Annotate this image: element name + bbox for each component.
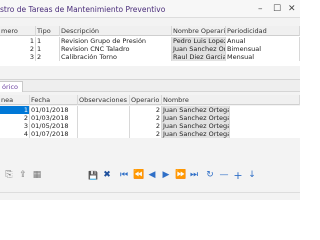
history-col-line[interactable]: nea [0,95,30,105]
maximize-icon[interactable]: ☐ [273,4,281,14]
columns-icon[interactable]: ▦ [32,170,42,181]
cell-description: Revision Grupo de Presión [60,37,172,45]
cell-periodicity: Bimensual [226,45,300,53]
cell-line: 3 [0,122,30,130]
table-row[interactable]: 4 01/07/2018 2 Juan Sanchez Ortega [0,130,300,138]
cell-name: Juan Sanchez Ortega [162,122,230,130]
cell-line: 4 [0,130,30,138]
cell-type: 2 [36,53,60,61]
cell-date: 01/07/2018 [30,130,78,138]
cell-line: 2 [0,114,30,122]
next-record-icon[interactable]: ▶ [161,170,171,181]
tab-historico[interactable]: órico [0,81,24,92]
table-row[interactable]: 2 1 Revision CNC Taladro Juan Sanchez Or… [0,45,300,53]
history-col-operator[interactable]: Operario [130,95,162,105]
cell-operator: 2 [130,106,162,114]
cell-type: 1 [36,45,60,53]
close-icon[interactable]: ✕ [288,4,296,14]
history-col-observations[interactable]: Observaciones [78,95,130,105]
tasks-col-periodicity[interactable]: Periodicidad [226,26,300,36]
previous-page-icon[interactable]: ⏪ [133,170,144,181]
cell-observations [78,114,130,122]
navigation-toolbar: ⎘ ⇪ ▦ 💾 ✖ ⏮ ⏪ ◀ ▶ ⏩ ⏭ ↻ — + ↓ [0,167,300,185]
table-row[interactable]: 2 01/03/2018 2 Juan Sanchez Ortega [0,114,300,122]
cell-name: Juan Sanchez Ortega [162,106,230,114]
table-row[interactable]: 3 01/05/2018 2 Juan Sanchez Ortega [0,122,300,130]
cell-type: 1 [36,37,60,45]
remove-icon[interactable]: — [219,170,229,181]
previous-record-icon[interactable]: ◀ [147,170,157,181]
cell-description: Calibración Torno [60,53,172,61]
cell-name: Juan Sanchez Ortega [162,114,230,122]
cell-observations [78,122,130,130]
cell-number: 1 [0,37,36,45]
cell-description: Revision CNC Taladro [60,45,172,53]
tasks-col-type[interactable]: Tipo [36,26,60,36]
last-record-icon[interactable]: ⏭ [189,170,199,181]
history-header-row: nea Fecha Observaciones Operario Nombre [0,95,300,105]
cell-observations [78,130,130,138]
move-down-icon[interactable]: ↓ [247,170,257,181]
cell-line: 1 [0,106,30,114]
cell-name: Juan Sanchez Ortega [162,130,230,138]
cell-operator: Pedro Luis Lopez Serrano [172,37,226,45]
minimize-icon[interactable]: – [258,4,263,14]
cell-number: 2 [0,45,36,53]
cell-periodicity: Mensual [226,53,300,61]
window-title: stro de Tareas de Mantenimiento Preventi… [0,5,166,14]
cell-operator: 2 [130,122,162,130]
save-icon[interactable]: 💾 [88,170,98,181]
cell-number: 3 [0,53,36,61]
detail-tabs: órico [0,79,300,92]
tasks-col-number[interactable]: mero [0,26,36,36]
table-row[interactable]: 1 1 Revision Grupo de Presión Pedro Luis… [0,37,300,45]
cell-date: 01/05/2018 [30,122,78,130]
cell-periodicity: Anual [226,37,300,45]
import-icon[interactable]: ⇪ [18,170,28,181]
tasks-table: mero Tipo Descripción Nombre Operario Pe… [0,26,300,66]
tasks-header-row: mero Tipo Descripción Nombre Operario Pe… [0,26,300,36]
history-col-date[interactable]: Fecha [30,95,78,105]
tasks-col-description[interactable]: Descripción [60,26,172,36]
main-window: stro de Tareas de Mantenimiento Preventi… [0,0,300,200]
cell-date: 01/03/2018 [30,114,78,122]
cell-operator: Juan Sanchez Ortega [172,45,226,53]
export-icon[interactable]: ⎘ [4,170,14,181]
title-bar: stro de Tareas de Mantenimiento Preventi… [0,0,300,18]
delete-icon[interactable]: ✖ [102,170,112,181]
cell-operator: Raul Diez Garcia [172,53,226,61]
refresh-icon[interactable]: ↻ [205,170,215,181]
cell-operator: 2 [130,130,162,138]
table-row[interactable]: 3 2 Calibración Torno Raul Diez Garcia M… [0,53,300,61]
status-bar [0,192,300,200]
next-page-icon[interactable]: ⏩ [175,170,186,181]
cell-date: 01/01/2018 [30,106,78,114]
cell-observations [78,106,130,114]
tasks-col-operator[interactable]: Nombre Operario [172,26,226,36]
table-row[interactable]: 1 01/01/2018 2 Juan Sanchez Ortega [0,106,300,114]
first-record-icon[interactable]: ⏮ [119,170,129,181]
history-table: nea Fecha Observaciones Operario Nombre … [0,95,300,147]
add-icon[interactable]: + [233,170,243,181]
cell-operator: 2 [130,114,162,122]
history-col-name[interactable]: Nombre [162,95,300,105]
